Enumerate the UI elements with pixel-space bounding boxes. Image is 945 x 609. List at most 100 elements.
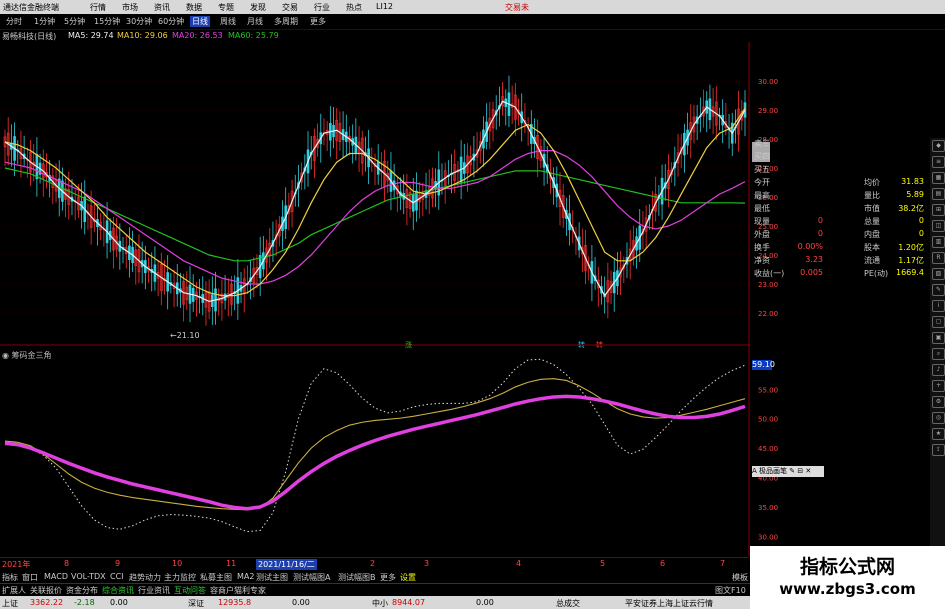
tab-intraday[interactable]: 分时 (6, 16, 22, 27)
trade-status-label[interactable]: 交易未 (505, 2, 529, 13)
stats-icon[interactable]: ▧ (932, 268, 945, 280)
ind-tab-template[interactable]: 模板 (732, 572, 748, 583)
quote-value: 0 (817, 229, 823, 238)
tab-1min[interactable]: 1分钟 (34, 16, 55, 27)
menu-item-discover[interactable]: 发现 (250, 2, 266, 13)
tab-daily[interactable]: 日线 (190, 16, 210, 27)
quick-tab-expert[interactable]: 容商户猫利专家 (210, 585, 266, 596)
date-label: 9 (115, 559, 121, 568)
index1-name[interactable]: 上证 (2, 598, 18, 609)
quote-label: 股本 (864, 243, 880, 252)
ind-tab-window[interactable]: 窗口 (22, 572, 38, 583)
bar-icon[interactable]: ▥ (932, 236, 945, 248)
menu-item-topics[interactable]: 专题 (218, 2, 234, 13)
menu-item-hotspot[interactable]: 热点 (346, 2, 362, 13)
rsi-icon[interactable]: R (932, 252, 945, 264)
quote-label: 今开 (754, 178, 770, 187)
tab-5min[interactable]: 5分钟 (64, 16, 85, 27)
quick-tab-industry[interactable]: 行业资讯 (138, 585, 170, 596)
menu-item-quotes[interactable]: 行情 (90, 2, 106, 13)
info-icon[interactable]: i (932, 300, 945, 312)
quick-tab-related[interactable]: 关联报价 (30, 585, 62, 596)
settings-icon[interactable]: ⚙ (932, 396, 945, 408)
chart-area[interactable]: ←21.10 涨 转 转 (0, 42, 750, 557)
ind-tab-settings[interactable]: 设置 (400, 572, 416, 583)
menu-item-data[interactable]: 数据 (186, 2, 202, 13)
ind-tab-main-monitor[interactable]: 主力监控 (164, 572, 196, 583)
tab-more[interactable]: 更多 (310, 16, 326, 27)
tab-15min[interactable]: 15分钟 (94, 16, 120, 27)
quote-row: 卖三 (752, 138, 928, 151)
quote-value: 1.17亿 (898, 256, 924, 265)
ind-tab-private-main[interactable]: 私募主图 (200, 572, 232, 583)
quote-row: 净资 3.23 流通 1.17亿 (752, 255, 928, 268)
candlesticks (3, 75, 747, 326)
menu-item-li12[interactable]: LI12 (376, 2, 393, 11)
menu-item-news[interactable]: 资讯 (154, 2, 170, 13)
menu-item-industry[interactable]: 行业 (314, 2, 330, 13)
drawing-tool-popup[interactable]: A 极品画笔 ✎ ⊟ ✕ (752, 466, 824, 477)
quick-tab-fund[interactable]: 资金分布 (66, 585, 98, 596)
watermark-title: 指标公式网 (799, 556, 895, 578)
price-tick-label: 22.00 (758, 310, 778, 318)
ind-tab-cci[interactable]: CCI (110, 572, 124, 581)
ma-legend: 易畅科技(日线) MA5: 29.74 MA10: 29.06 MA20: 26… (0, 30, 740, 42)
index4-name[interactable]: 总成交 (556, 598, 580, 609)
menu-item-trade[interactable]: 交易 (282, 2, 298, 13)
stock-name-label: 易畅科技(日线) (2, 32, 57, 41)
ind-tab-trend[interactable]: 趋势动力 (129, 572, 161, 583)
quote-row: 换手 0.00% 股本 1.20亿 (752, 242, 928, 255)
ind-tab-more[interactable]: 更多 (380, 572, 396, 583)
tab-weekly[interactable]: 周线 (220, 16, 236, 27)
ind-tab-ma2[interactable]: MA2 (237, 572, 254, 581)
quick-tab-extend[interactable]: 扩展人 (2, 585, 26, 596)
list-icon[interactable]: ≡ (932, 156, 945, 168)
tool-icon[interactable]: ✎ (932, 284, 945, 296)
quote-row: 最低 市值 38.2亿 (752, 203, 928, 216)
note-icon[interactable]: ♪ (932, 364, 945, 376)
ind-tab-vol[interactable]: VOL-TDX (71, 572, 106, 581)
price-axis: 30.0029.0028.0027.0026.0025.0024.0023.00… (752, 78, 778, 541)
date-label: 10 (172, 559, 183, 568)
quote-label: 净资 (754, 256, 770, 265)
ind-tab-test-main[interactable]: 测试主图 (256, 572, 288, 583)
compare-icon[interactable]: ⊞ (932, 204, 945, 216)
page-icon[interactable]: ▢ (932, 316, 945, 328)
tab-multi-period[interactable]: 多周期 (274, 16, 298, 27)
quote-label: 收益(一) (754, 269, 785, 278)
overlay-icon[interactable]: ◫ (932, 220, 945, 232)
ind-tab-test-b[interactable]: 测试幅图B (338, 572, 376, 583)
quote-row: 现量 0 总量 0 (752, 216, 928, 229)
grid-icon[interactable]: ▦ (932, 172, 945, 184)
quote-row: 买四 (752, 151, 928, 164)
quick-tab-qa[interactable]: 互动问答 (174, 585, 206, 596)
indicator-tick-label: 30.00 (758, 533, 778, 541)
flag-icon[interactable]: ◆ (932, 140, 945, 152)
tab-30min[interactable]: 30分钟 (126, 16, 152, 27)
ind-tab-test-a[interactable]: 测试幅图A (293, 572, 330, 583)
price-tick-label: 23.00 (758, 281, 778, 289)
date-label: 4 (516, 559, 522, 568)
ind-tab-indicator[interactable]: 指标 (2, 572, 18, 583)
indicator-thick-line (4, 394, 746, 511)
indicator-lines (4, 358, 746, 533)
share-icon[interactable]: ⇪ (932, 444, 945, 456)
zoom-icon[interactable]: + (932, 380, 945, 392)
chart-icon[interactable]: ▤ (932, 188, 945, 200)
star-icon[interactable]: ★ (932, 428, 945, 440)
selected-date-label: 2021/11/16/二 (256, 559, 317, 570)
search-icon[interactable]: ⌕ (932, 348, 945, 360)
index3-name[interactable]: 中小 (372, 598, 388, 609)
index3-value: 8944.07 (392, 598, 426, 607)
menu-item-market[interactable]: 市场 (122, 2, 138, 13)
ind-tab-macd[interactable]: MACD (44, 572, 68, 581)
bell-icon[interactable]: ◎ (932, 412, 945, 424)
index2-name[interactable]: 深证 (188, 598, 204, 609)
layout-icon[interactable]: ▣ (932, 332, 945, 344)
quote-label: PE(动) (864, 269, 889, 278)
quick-tab-news[interactable]: 综合资讯 (102, 585, 134, 596)
indicator-title: ◉ 筹码金三角 (2, 351, 52, 360)
tab-monthly[interactable]: 月线 (247, 16, 263, 27)
quick-tab-f10[interactable]: 图文F10 (715, 585, 746, 596)
tab-60min[interactable]: 60分钟 (158, 16, 184, 27)
